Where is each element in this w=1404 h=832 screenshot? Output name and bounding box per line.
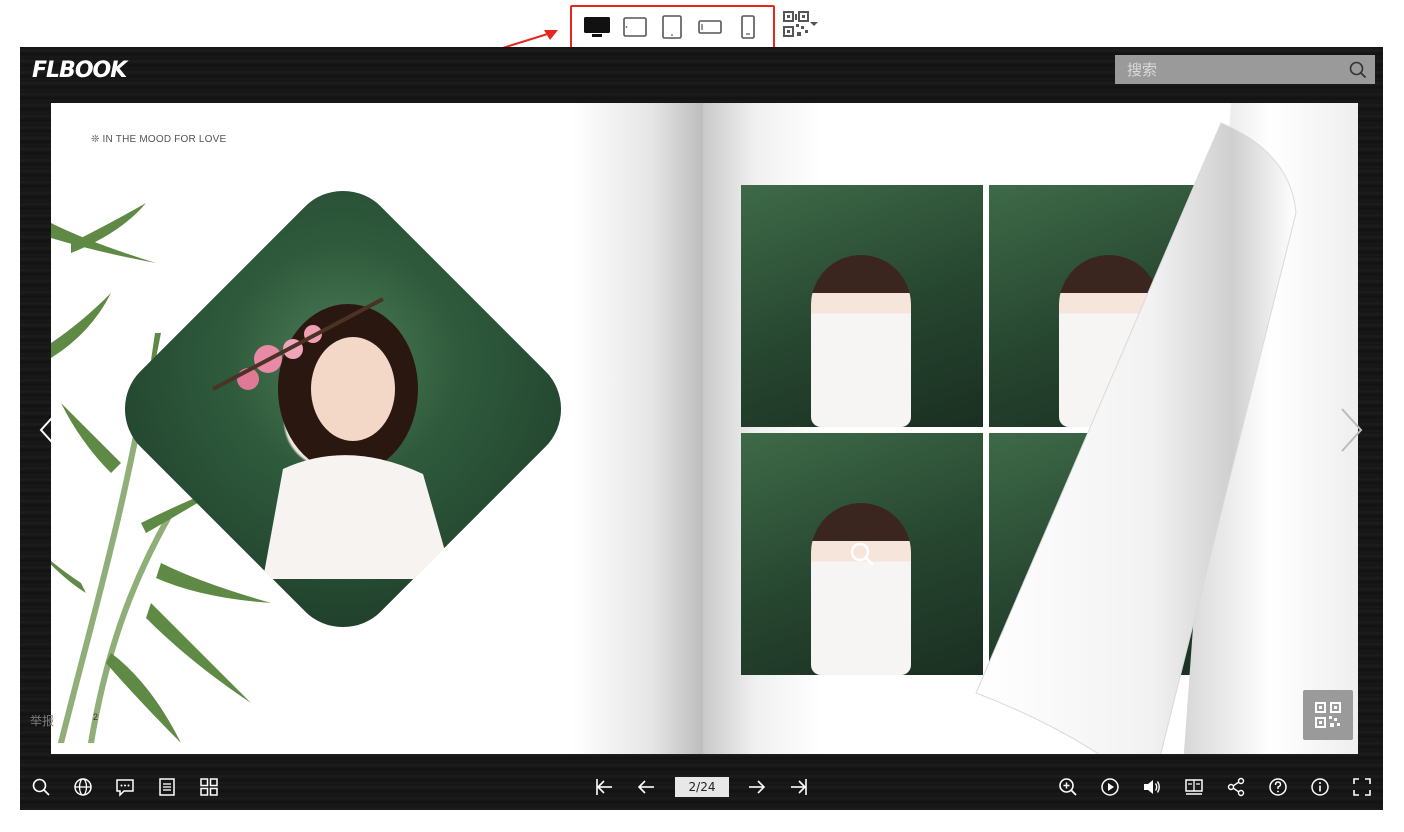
search-icon[interactable] — [29, 775, 53, 799]
info-icon[interactable] — [1308, 775, 1332, 799]
next-page-arrow[interactable] — [1338, 407, 1364, 453]
qr-code-dropdown[interactable] — [783, 11, 823, 37]
bottom-toolbar — [20, 763, 1383, 810]
share-icon[interactable] — [1224, 775, 1248, 799]
comment-icon[interactable] — [113, 775, 137, 799]
page-indicator-input[interactable] — [675, 777, 729, 797]
next-page-icon[interactable] — [745, 775, 769, 799]
globe-icon[interactable] — [71, 775, 95, 799]
chevron-down-icon — [810, 22, 818, 26]
autoplay-icon[interactable] — [1098, 775, 1122, 799]
page-curl[interactable] — [921, 103, 1358, 754]
thumbnails-icon[interactable] — [197, 775, 221, 799]
qr-code-icon — [1315, 702, 1341, 728]
bookmark-icon[interactable] — [1182, 775, 1206, 799]
search-box[interactable] — [1115, 55, 1375, 84]
help-icon[interactable] — [1266, 775, 1290, 799]
device-preview-bar — [570, 5, 775, 49]
first-page-icon[interactable] — [592, 775, 616, 799]
desktop-icon[interactable] — [580, 10, 614, 44]
phone-landscape-icon[interactable] — [693, 10, 727, 44]
page-heading: ❊ IN THE MOOD FOR LOVE — [91, 134, 227, 145]
tablet-portrait-icon[interactable] — [655, 10, 689, 44]
book-spread[interactable]: ❊ IN THE MOOD FOR LOVE 2 — [51, 103, 1358, 754]
prev-page-arrow[interactable] — [38, 407, 64, 453]
sound-icon[interactable] — [1140, 775, 1164, 799]
last-page-icon[interactable] — [787, 775, 811, 799]
search-input[interactable] — [1127, 60, 1349, 79]
search-icon[interactable] — [1349, 61, 1367, 79]
logo: FLBOOK — [32, 57, 127, 83]
qr-code-button[interactable] — [1303, 690, 1353, 740]
fullscreen-icon[interactable] — [1350, 775, 1374, 799]
qr-code-icon — [783, 11, 809, 37]
report-link[interactable]: 举报 — [30, 712, 54, 729]
prev-page-icon[interactable] — [634, 775, 658, 799]
page-number: 2 — [93, 712, 99, 722]
phone-portrait-icon[interactable] — [731, 10, 765, 44]
tablet-landscape-icon[interactable] — [618, 10, 652, 44]
left-page[interactable]: ❊ IN THE MOOD FOR LOVE 2 — [51, 103, 703, 754]
zoom-in-icon[interactable] — [1056, 775, 1080, 799]
flipbook-viewer: FLBOOK ❊ IN THE MOOD FOR LOVE — [20, 47, 1383, 810]
list-icon[interactable] — [155, 775, 179, 799]
zoom-magnifier-icon[interactable] — [849, 541, 875, 567]
